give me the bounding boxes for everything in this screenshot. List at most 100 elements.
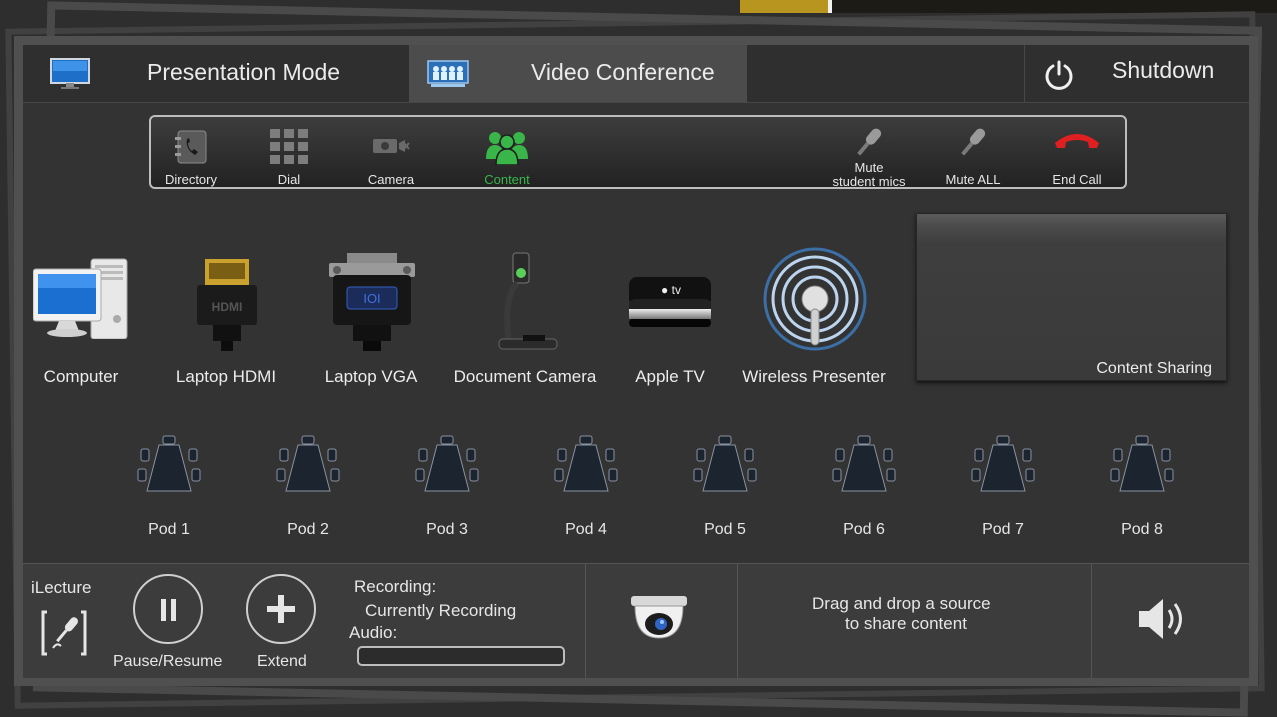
extend-label: Extend	[257, 653, 307, 670]
power-icon	[1043, 59, 1075, 96]
keypad-icon	[270, 129, 308, 170]
content-label: Content	[484, 172, 530, 187]
lecture-capture-bar: iLecture Pause/Resume Extend Recording: …	[23, 563, 1249, 678]
svg-text:IOI: IOI	[363, 291, 380, 306]
content-button[interactable]: Content	[467, 117, 547, 191]
pod-2-button[interactable]: Pod 2	[268, 435, 348, 538]
hang-up-icon	[1053, 131, 1101, 154]
tab-video-conference-label: Video Conference	[531, 59, 715, 85]
pod-6-button[interactable]: Pod 6	[824, 435, 904, 538]
mute-student-mics-button[interactable]: Mute student mics	[819, 117, 919, 191]
drag-drop-hint-line2: to share content	[845, 614, 967, 633]
wireless-presenter-icon	[763, 247, 867, 356]
source-computer[interactable]: Computer	[32, 245, 131, 386]
control-panel: Presentation Mode Video Conference Shutd…	[14, 36, 1258, 686]
security-camera-icon[interactable]	[629, 594, 689, 647]
desktop-computer-icon	[32, 255, 131, 344]
dial-label: Dial	[277, 172, 301, 187]
people-group-icon	[484, 129, 530, 170]
dial-button[interactable]: Dial	[249, 117, 329, 191]
camera-button[interactable]: Camera	[351, 117, 431, 191]
hdmi-connector-icon: HDMI	[197, 259, 257, 356]
pod-table-icon	[276, 435, 340, 498]
pod-3-button[interactable]: Pod 3	[407, 435, 487, 538]
tab-video-conference[interactable]: Video Conference	[409, 45, 747, 102]
shutdown-label: Shutdown	[1112, 57, 1215, 83]
pod-label: Pod 5	[704, 521, 746, 538]
mute-student-mics-label-line2: student mics	[832, 174, 906, 189]
pause-resume-label: Pause/Resume	[113, 653, 223, 670]
directory-button[interactable]: Directory	[151, 117, 231, 191]
pod-label: Pod 8	[1121, 521, 1163, 538]
pod-7-button[interactable]: Pod 7	[963, 435, 1043, 538]
pod-8-button[interactable]: Pod 8	[1102, 435, 1182, 538]
svg-text:HDMI: HDMI	[212, 300, 243, 314]
source-computer-label: Computer	[43, 367, 119, 386]
shutdown-button[interactable]: Shutdown	[1024, 45, 1250, 102]
audio-label: Audio:	[349, 623, 398, 642]
pod-1-button[interactable]: Pod 1	[129, 435, 209, 538]
pod-label: Pod 7	[982, 521, 1024, 538]
content-sharing-area[interactable]: Content Sharing	[916, 213, 1227, 381]
recording-label: Recording:	[354, 577, 437, 596]
source-laptop-hdmi-label: Laptop HDMI	[175, 367, 277, 386]
pod-table-icon	[693, 435, 757, 498]
pod-4-button[interactable]: Pod 4	[546, 435, 626, 538]
source-wireless-presenter[interactable]: Wireless Presenter	[741, 245, 887, 386]
pod-label: Pod 1	[148, 521, 190, 538]
vga-connector-icon: IOI	[329, 253, 415, 356]
source-apple-tv[interactable]: ● tv Apple TV	[621, 245, 719, 386]
mute-all-label: Mute ALL	[945, 172, 1001, 187]
ilecture-icon[interactable]	[41, 610, 89, 661]
source-wireless-presenter-label: Wireless Presenter	[742, 367, 886, 386]
source-laptop-vga-label: Laptop VGA	[324, 367, 418, 386]
svg-text:● tv: ● tv	[661, 283, 681, 297]
extend-button[interactable]	[246, 574, 316, 644]
speaker-volume-icon[interactable]	[1137, 596, 1195, 647]
camera-off-icon	[371, 135, 411, 162]
mute-student-mics-label-line1: Mute	[854, 160, 884, 175]
source-document-camera[interactable]: Document Camera	[451, 245, 599, 386]
recording-status: Currently Recording	[365, 601, 517, 620]
pause-icon	[160, 599, 178, 626]
pod-table-icon	[1110, 435, 1174, 498]
source-apple-tv-label: Apple TV	[635, 367, 705, 386]
mute-student-mics-label: Mute student mics	[819, 161, 919, 189]
tab-presentation-mode-label: Presentation Mode	[147, 59, 341, 85]
end-call-label: End Call	[1052, 172, 1102, 187]
source-laptop-vga[interactable]: IOI Laptop VGA	[321, 245, 421, 386]
pod-table-icon	[137, 435, 201, 498]
camera-label: Camera	[367, 172, 415, 187]
footer-divider	[737, 564, 738, 678]
pod-label: Pod 6	[843, 521, 885, 538]
pod-table-icon	[554, 435, 618, 498]
source-laptop-hdmi[interactable]: HDMI Laptop HDMI	[173, 245, 279, 386]
mute-all-button[interactable]: Mute ALL	[933, 117, 1013, 191]
pod-5-button[interactable]: Pod 5	[685, 435, 765, 538]
microphone-icon	[956, 125, 990, 164]
monitor-icon	[49, 57, 91, 96]
pod-label: Pod 3	[426, 521, 468, 538]
tab-presentation-mode[interactable]: Presentation Mode	[23, 45, 409, 102]
pod-table-icon	[832, 435, 896, 498]
pod-label: Pod 2	[287, 521, 329, 538]
audio-level-meter	[357, 646, 565, 666]
end-call-button[interactable]: End Call	[1037, 117, 1117, 191]
pod-table-icon	[971, 435, 1035, 498]
directory-phone-icon	[174, 129, 208, 170]
plus-icon	[267, 595, 295, 628]
video-conference-toolbar: Directory Dial Camera Content Mute stude…	[149, 115, 1127, 189]
footer-divider	[1091, 564, 1092, 678]
content-sharing-label: Content Sharing	[1096, 360, 1212, 377]
drag-drop-hint-line1: Drag and drop a source	[812, 594, 991, 613]
microphone-icon	[852, 125, 886, 164]
source-document-camera-label: Document Camera	[453, 367, 597, 386]
conference-icon	[427, 60, 469, 93]
apple-tv-icon: ● tv	[627, 275, 713, 336]
pod-label: Pod 4	[565, 521, 607, 538]
pause-resume-button[interactable]	[133, 574, 203, 644]
ilecture-label: iLecture	[31, 578, 92, 597]
directory-label: Directory	[164, 172, 217, 187]
document-camera-icon	[493, 251, 563, 356]
mode-tab-bar: Presentation Mode Video Conference Shutd…	[23, 45, 1249, 103]
